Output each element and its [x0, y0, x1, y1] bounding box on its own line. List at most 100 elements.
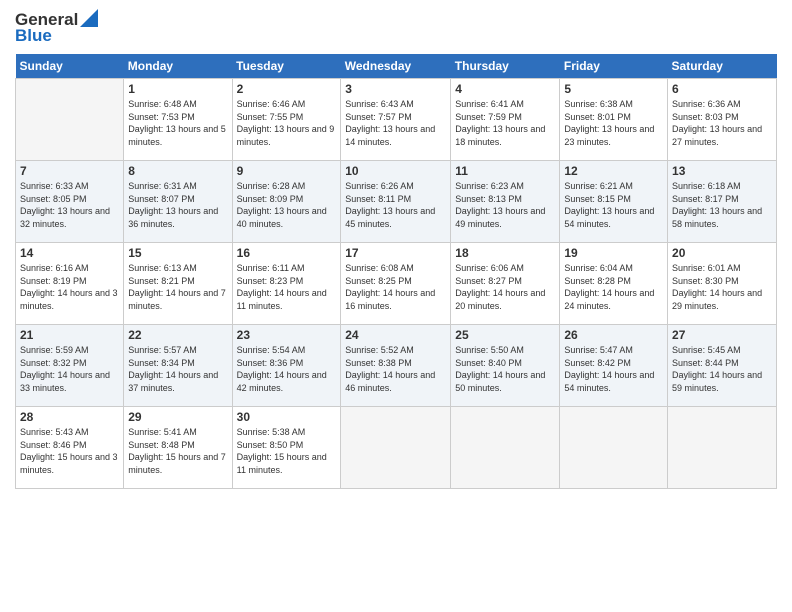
calendar-cell: 29Sunrise: 5:41 AMSunset: 8:48 PMDayligh…: [124, 407, 232, 489]
logo-blue: Blue: [15, 26, 52, 46]
calendar-cell: [341, 407, 451, 489]
calendar-cell: 22 Sunrise: 5:57 AMSunset: 8:34 PMDayligh…: [124, 325, 232, 407]
calendar-cell: 21 Sunrise: 5:59 AMSunset: 8:32 PMDayligh…: [16, 325, 124, 407]
header: General Blue: [15, 10, 777, 46]
calendar-cell: [451, 407, 560, 489]
day-info: Sunrise: 5:45 AMSunset: 8:44 PMDaylight:…: [672, 344, 772, 394]
calendar-cell: 7 Sunrise: 6:33 AMSunset: 8:05 PMDaylight…: [16, 161, 124, 243]
day-number: 11: [455, 164, 555, 178]
calendar-cell: 28 Sunrise: 5:43 AMSunset: 8:46 PMDayligh…: [16, 407, 124, 489]
day-number: 25: [455, 328, 555, 342]
day-number: 28: [20, 410, 119, 424]
day-info: Sunrise: 6:36 AMSunset: 8:03 PMDaylight:…: [672, 98, 772, 148]
day-info: Sunrise: 6:11 AMSunset: 8:23 PMDaylight:…: [237, 262, 337, 312]
calendar-cell: 12 Sunrise: 6:21 AMSunset: 8:15 PMDayligh…: [560, 161, 668, 243]
week-row-4: 21 Sunrise: 5:59 AMSunset: 8:32 PMDayligh…: [16, 325, 777, 407]
calendar-cell: 13Sunrise: 6:18 AMSunset: 8:17 PMDayligh…: [668, 161, 777, 243]
day-number: 12: [564, 164, 663, 178]
day-info: Sunrise: 6:08 AMSunset: 8:25 PMDaylight:…: [345, 262, 446, 312]
week-row-1: 1 Sunrise: 6:48 AMSunset: 7:53 PMDaylight…: [16, 79, 777, 161]
day-info: Sunrise: 6:38 AMSunset: 8:01 PMDaylight:…: [564, 98, 663, 148]
day-number: 27: [672, 328, 772, 342]
weekday-header-friday: Friday: [560, 54, 668, 79]
week-row-2: 7 Sunrise: 6:33 AMSunset: 8:05 PMDaylight…: [16, 161, 777, 243]
calendar-cell: 6Sunrise: 6:36 AMSunset: 8:03 PMDaylight…: [668, 79, 777, 161]
calendar-cell: 11 Sunrise: 6:23 AMSunset: 8:13 PMDayligh…: [451, 161, 560, 243]
day-info: Sunrise: 6:23 AMSunset: 8:13 PMDaylight:…: [455, 180, 555, 230]
weekday-header-thursday: Thursday: [451, 54, 560, 79]
logo-icon: [80, 9, 98, 27]
calendar-cell: 27 Sunrise: 5:45 AMSunset: 8:44 PMDayligh…: [668, 325, 777, 407]
calendar-cell: 8Sunrise: 6:31 AMSunset: 8:07 PMDaylight…: [124, 161, 232, 243]
weekday-header-sunday: Sunday: [16, 54, 124, 79]
day-number: 10: [345, 164, 446, 178]
day-number: 26: [564, 328, 663, 342]
weekday-header-monday: Monday: [124, 54, 232, 79]
calendar-cell: 25Sunrise: 5:50 AMSunset: 8:40 PMDayligh…: [451, 325, 560, 407]
day-number: 5: [564, 82, 663, 96]
day-info: Sunrise: 6:48 AMSunset: 7:53 PMDaylight:…: [128, 98, 227, 148]
day-info: Sunrise: 6:28 AMSunset: 8:09 PMDaylight:…: [237, 180, 337, 230]
day-info: Sunrise: 5:59 AMSunset: 8:32 PMDaylight:…: [20, 344, 119, 394]
day-number: 17: [345, 246, 446, 260]
calendar-cell: 15 Sunrise: 6:13 AMSunset: 8:21 PMDayligh…: [124, 243, 232, 325]
day-info: Sunrise: 6:06 AMSunset: 8:27 PMDaylight:…: [455, 262, 555, 312]
day-number: 23: [237, 328, 337, 342]
weekday-header-saturday: Saturday: [668, 54, 777, 79]
calendar-cell: 2 Sunrise: 6:46 AMSunset: 7:55 PMDaylight…: [232, 79, 341, 161]
day-number: 19: [564, 246, 663, 260]
calendar-cell: 14 Sunrise: 6:16 AMSunset: 8:19 PMDayligh…: [16, 243, 124, 325]
day-number: 30: [237, 410, 337, 424]
day-info: Sunrise: 6:01 AMSunset: 8:30 PMDaylight:…: [672, 262, 772, 312]
calendar-cell: 10 Sunrise: 6:26 AMSunset: 8:11 PMDayligh…: [341, 161, 451, 243]
day-number: 9: [237, 164, 337, 178]
day-number: 22: [128, 328, 227, 342]
day-info: Sunrise: 6:21 AMSunset: 8:15 PMDaylight:…: [564, 180, 663, 230]
day-number: 15: [128, 246, 227, 260]
day-info: Sunrise: 5:57 AMSunset: 8:34 PMDaylight:…: [128, 344, 227, 394]
calendar-cell: 16 Sunrise: 6:11 AMSunset: 8:23 PMDayligh…: [232, 243, 341, 325]
calendar-cell: 23 Sunrise: 5:54 AMSunset: 8:36 PMDayligh…: [232, 325, 341, 407]
calendar-cell: [16, 79, 124, 161]
day-number: 2: [237, 82, 337, 96]
calendar-page: General Blue SundayMondayTuesdayWednesda…: [0, 0, 792, 612]
day-number: 1: [128, 82, 227, 96]
day-number: 3: [345, 82, 446, 96]
day-info: Sunrise: 5:41 AMSunset: 8:48 PMDaylight:…: [128, 426, 227, 476]
week-row-5: 28 Sunrise: 5:43 AMSunset: 8:46 PMDayligh…: [16, 407, 777, 489]
day-number: 18: [455, 246, 555, 260]
day-info: Sunrise: 5:43 AMSunset: 8:46 PMDaylight:…: [20, 426, 119, 476]
calendar-cell: 5 Sunrise: 6:38 AMSunset: 8:01 PMDaylight…: [560, 79, 668, 161]
day-number: 16: [237, 246, 337, 260]
weekday-header-wednesday: Wednesday: [341, 54, 451, 79]
day-info: Sunrise: 6:31 AMSunset: 8:07 PMDaylight:…: [128, 180, 227, 230]
calendar-cell: [560, 407, 668, 489]
day-number: 14: [20, 246, 119, 260]
day-info: Sunrise: 5:38 AMSunset: 8:50 PMDaylight:…: [237, 426, 337, 476]
day-info: Sunrise: 5:47 AMSunset: 8:42 PMDaylight:…: [564, 344, 663, 394]
day-info: Sunrise: 6:16 AMSunset: 8:19 PMDaylight:…: [20, 262, 119, 312]
day-info: Sunrise: 6:43 AMSunset: 7:57 PMDaylight:…: [345, 98, 446, 148]
logo: General Blue: [15, 10, 98, 46]
day-info: Sunrise: 6:13 AMSunset: 8:21 PMDaylight:…: [128, 262, 227, 312]
day-number: 4: [455, 82, 555, 96]
day-info: Sunrise: 6:33 AMSunset: 8:05 PMDaylight:…: [20, 180, 119, 230]
calendar-table: SundayMondayTuesdayWednesdayThursdayFrid…: [15, 54, 777, 489]
day-number: 20: [672, 246, 772, 260]
day-info: Sunrise: 6:26 AMSunset: 8:11 PMDaylight:…: [345, 180, 446, 230]
day-info: Sunrise: 6:46 AMSunset: 7:55 PMDaylight:…: [237, 98, 337, 148]
calendar-cell: 20 Sunrise: 6:01 AMSunset: 8:30 PMDayligh…: [668, 243, 777, 325]
day-number: 7: [20, 164, 119, 178]
day-info: Sunrise: 5:52 AMSunset: 8:38 PMDaylight:…: [345, 344, 446, 394]
calendar-cell: 3 Sunrise: 6:43 AMSunset: 7:57 PMDaylight…: [341, 79, 451, 161]
week-row-3: 14 Sunrise: 6:16 AMSunset: 8:19 PMDayligh…: [16, 243, 777, 325]
day-number: 21: [20, 328, 119, 342]
day-info: Sunrise: 5:54 AMSunset: 8:36 PMDaylight:…: [237, 344, 337, 394]
calendar-cell: 26 Sunrise: 5:47 AMSunset: 8:42 PMDayligh…: [560, 325, 668, 407]
day-number: 24: [345, 328, 446, 342]
calendar-cell: [668, 407, 777, 489]
calendar-cell: 1 Sunrise: 6:48 AMSunset: 7:53 PMDaylight…: [124, 79, 232, 161]
calendar-cell: 24 Sunrise: 5:52 AMSunset: 8:38 PMDayligh…: [341, 325, 451, 407]
day-info: Sunrise: 6:18 AMSunset: 8:17 PMDaylight:…: [672, 180, 772, 230]
calendar-cell: 30 Sunrise: 5:38 AMSunset: 8:50 PMDayligh…: [232, 407, 341, 489]
